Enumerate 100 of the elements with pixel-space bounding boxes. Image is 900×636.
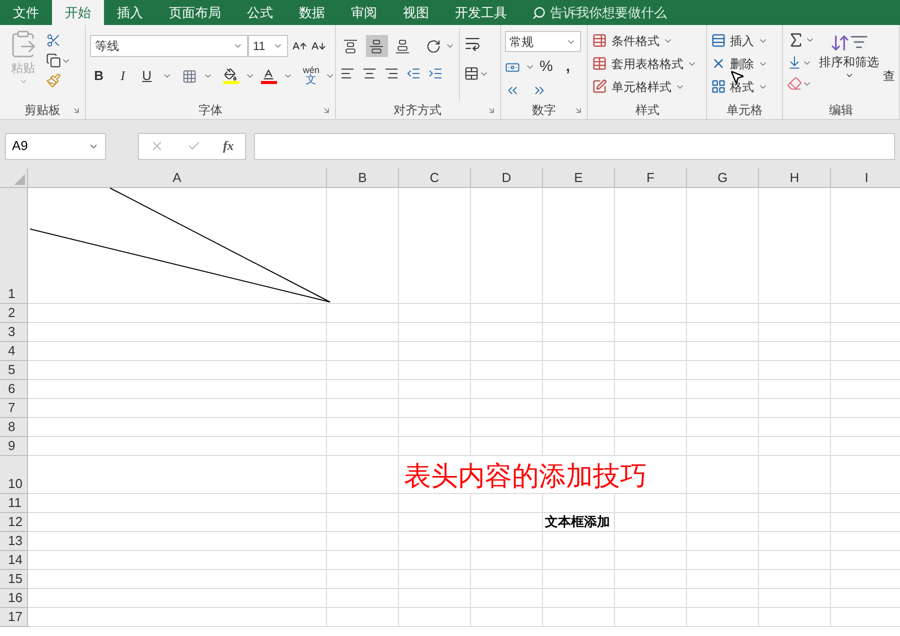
grid-cell[interactable]	[759, 323, 831, 342]
grid-cell[interactable]	[615, 342, 687, 361]
grid-cell[interactable]	[399, 551, 471, 570]
column-header[interactable]: D	[471, 168, 543, 188]
vertical-align-button[interactable]	[366, 35, 388, 57]
formula-input[interactable]	[254, 132, 895, 160]
grid-cell[interactable]	[687, 380, 759, 399]
grid-cell[interactable]	[28, 570, 327, 589]
grid-cell[interactable]	[687, 342, 759, 361]
dialog-launcher-icon[interactable]	[574, 106, 584, 115]
row-header[interactable]: 10	[0, 456, 28, 494]
column-header[interactable]: G	[687, 168, 759, 188]
grid-cell[interactable]	[687, 304, 759, 323]
grid-cell[interactable]	[28, 513, 327, 532]
tell-me-field[interactable]: 告诉我你想要做什么	[550, 2, 750, 22]
grid-cell[interactable]	[399, 570, 471, 589]
grid-cell[interactable]	[28, 418, 327, 437]
grid-cell[interactable]	[687, 570, 759, 589]
grid-cell[interactable]	[615, 532, 687, 551]
grid-cell[interactable]	[615, 494, 687, 513]
grid-cell[interactable]	[615, 608, 687, 627]
grid-cell[interactable]	[615, 418, 687, 437]
grid-cell[interactable]	[759, 342, 831, 361]
grid-cell[interactable]	[615, 380, 687, 399]
grid-cell[interactable]	[399, 188, 471, 304]
column-header[interactable]: F	[615, 168, 687, 188]
grid-cell[interactable]	[759, 380, 831, 399]
ribbon-tab[interactable]: 数据	[286, 0, 338, 25]
grid-cell[interactable]	[399, 361, 471, 380]
grid-cell[interactable]: 表头内容的添加技巧	[399, 456, 687, 494]
ribbon-tab[interactable]: 开发工具	[442, 0, 520, 25]
grid-cell[interactable]	[471, 551, 543, 570]
grid-cell[interactable]	[759, 188, 831, 304]
grid-cell[interactable]	[615, 188, 687, 304]
name-box[interactable]: A9	[5, 132, 106, 160]
grid-cell[interactable]	[471, 532, 543, 551]
ribbon-tab[interactable]: 开始	[52, 0, 104, 25]
insert-function-button[interactable]: fx	[222, 136, 234, 156]
grid-cell[interactable]	[687, 513, 759, 532]
row-header[interactable]: 12	[0, 513, 28, 532]
grid-cell[interactable]	[28, 589, 327, 608]
grid-cell[interactable]	[543, 361, 615, 380]
grid-cell[interactable]	[759, 361, 831, 380]
grid-cell[interactable]	[28, 456, 327, 494]
grid-cell[interactable]	[759, 551, 831, 570]
grid-cell[interactable]	[687, 589, 759, 608]
grid-cell[interactable]	[327, 570, 399, 589]
grid-cell[interactable]	[615, 437, 687, 456]
grid-cell[interactable]	[28, 323, 327, 342]
grid-cell[interactable]	[759, 304, 831, 323]
grid-cell[interactable]	[687, 188, 759, 304]
grid-cell[interactable]	[687, 323, 759, 342]
grid-cell[interactable]	[327, 589, 399, 608]
italic-button[interactable]: I	[114, 66, 132, 86]
grid-cell[interactable]	[471, 361, 543, 380]
grid-cell[interactable]	[471, 418, 543, 437]
grid-cell[interactable]	[759, 532, 831, 551]
ribbon-tab[interactable]: 文件	[0, 0, 52, 25]
grid-cell[interactable]	[543, 608, 615, 627]
cells-menu-button[interactable]: 插入	[711, 31, 768, 50]
find-label[interactable]: 查	[883, 29, 896, 101]
grid-cell[interactable]	[471, 380, 543, 399]
grid-cell[interactable]	[759, 418, 831, 437]
grid-cell[interactable]	[327, 551, 399, 570]
column-header[interactable]: C	[399, 168, 471, 188]
grid-cell[interactable]	[327, 188, 399, 304]
underline-button[interactable]: U	[138, 66, 156, 86]
row-header[interactable]: 15	[0, 570, 28, 589]
row-header[interactable]: 2	[0, 304, 28, 323]
grid-cell[interactable]	[28, 361, 327, 380]
select-all-corner[interactable]	[0, 168, 28, 188]
row-header[interactable]: 14	[0, 551, 28, 570]
column-header[interactable]: I	[831, 168, 900, 188]
font-color-icon[interactable]	[260, 68, 277, 84]
row-header[interactable]: 17	[0, 608, 28, 627]
row-header[interactable]: 5	[0, 361, 28, 380]
grid-cell[interactable]	[543, 188, 615, 304]
grid-cell[interactable]	[28, 532, 327, 551]
grid-cell[interactable]	[327, 513, 399, 532]
grid-cell[interactable]	[543, 494, 615, 513]
grid-cell[interactable]	[28, 342, 327, 361]
ribbon-tab[interactable]: 视图	[390, 0, 442, 25]
grid-cell[interactable]	[399, 589, 471, 608]
grid-cell[interactable]	[471, 323, 543, 342]
grid-cell[interactable]	[399, 342, 471, 361]
ribbon-tab[interactable]: 审阅	[338, 0, 390, 25]
grid-cell[interactable]	[399, 418, 471, 437]
grid-cell[interactable]	[543, 342, 615, 361]
row-header[interactable]: 11	[0, 494, 28, 513]
grid-cell[interactable]	[543, 380, 615, 399]
dialog-launcher-icon[interactable]	[72, 106, 81, 115]
grid-cell[interactable]	[471, 589, 543, 608]
grid-cell[interactable]	[471, 188, 543, 304]
column-header[interactable]: B	[327, 168, 399, 188]
ribbon-tab[interactable]: 公式	[234, 0, 286, 25]
grid-cell[interactable]	[687, 399, 759, 418]
grid-cell[interactable]	[471, 608, 543, 627]
grid-cell[interactable]	[28, 304, 327, 323]
grid-cell[interactable]	[28, 551, 327, 570]
grid-cell[interactable]	[28, 608, 327, 627]
